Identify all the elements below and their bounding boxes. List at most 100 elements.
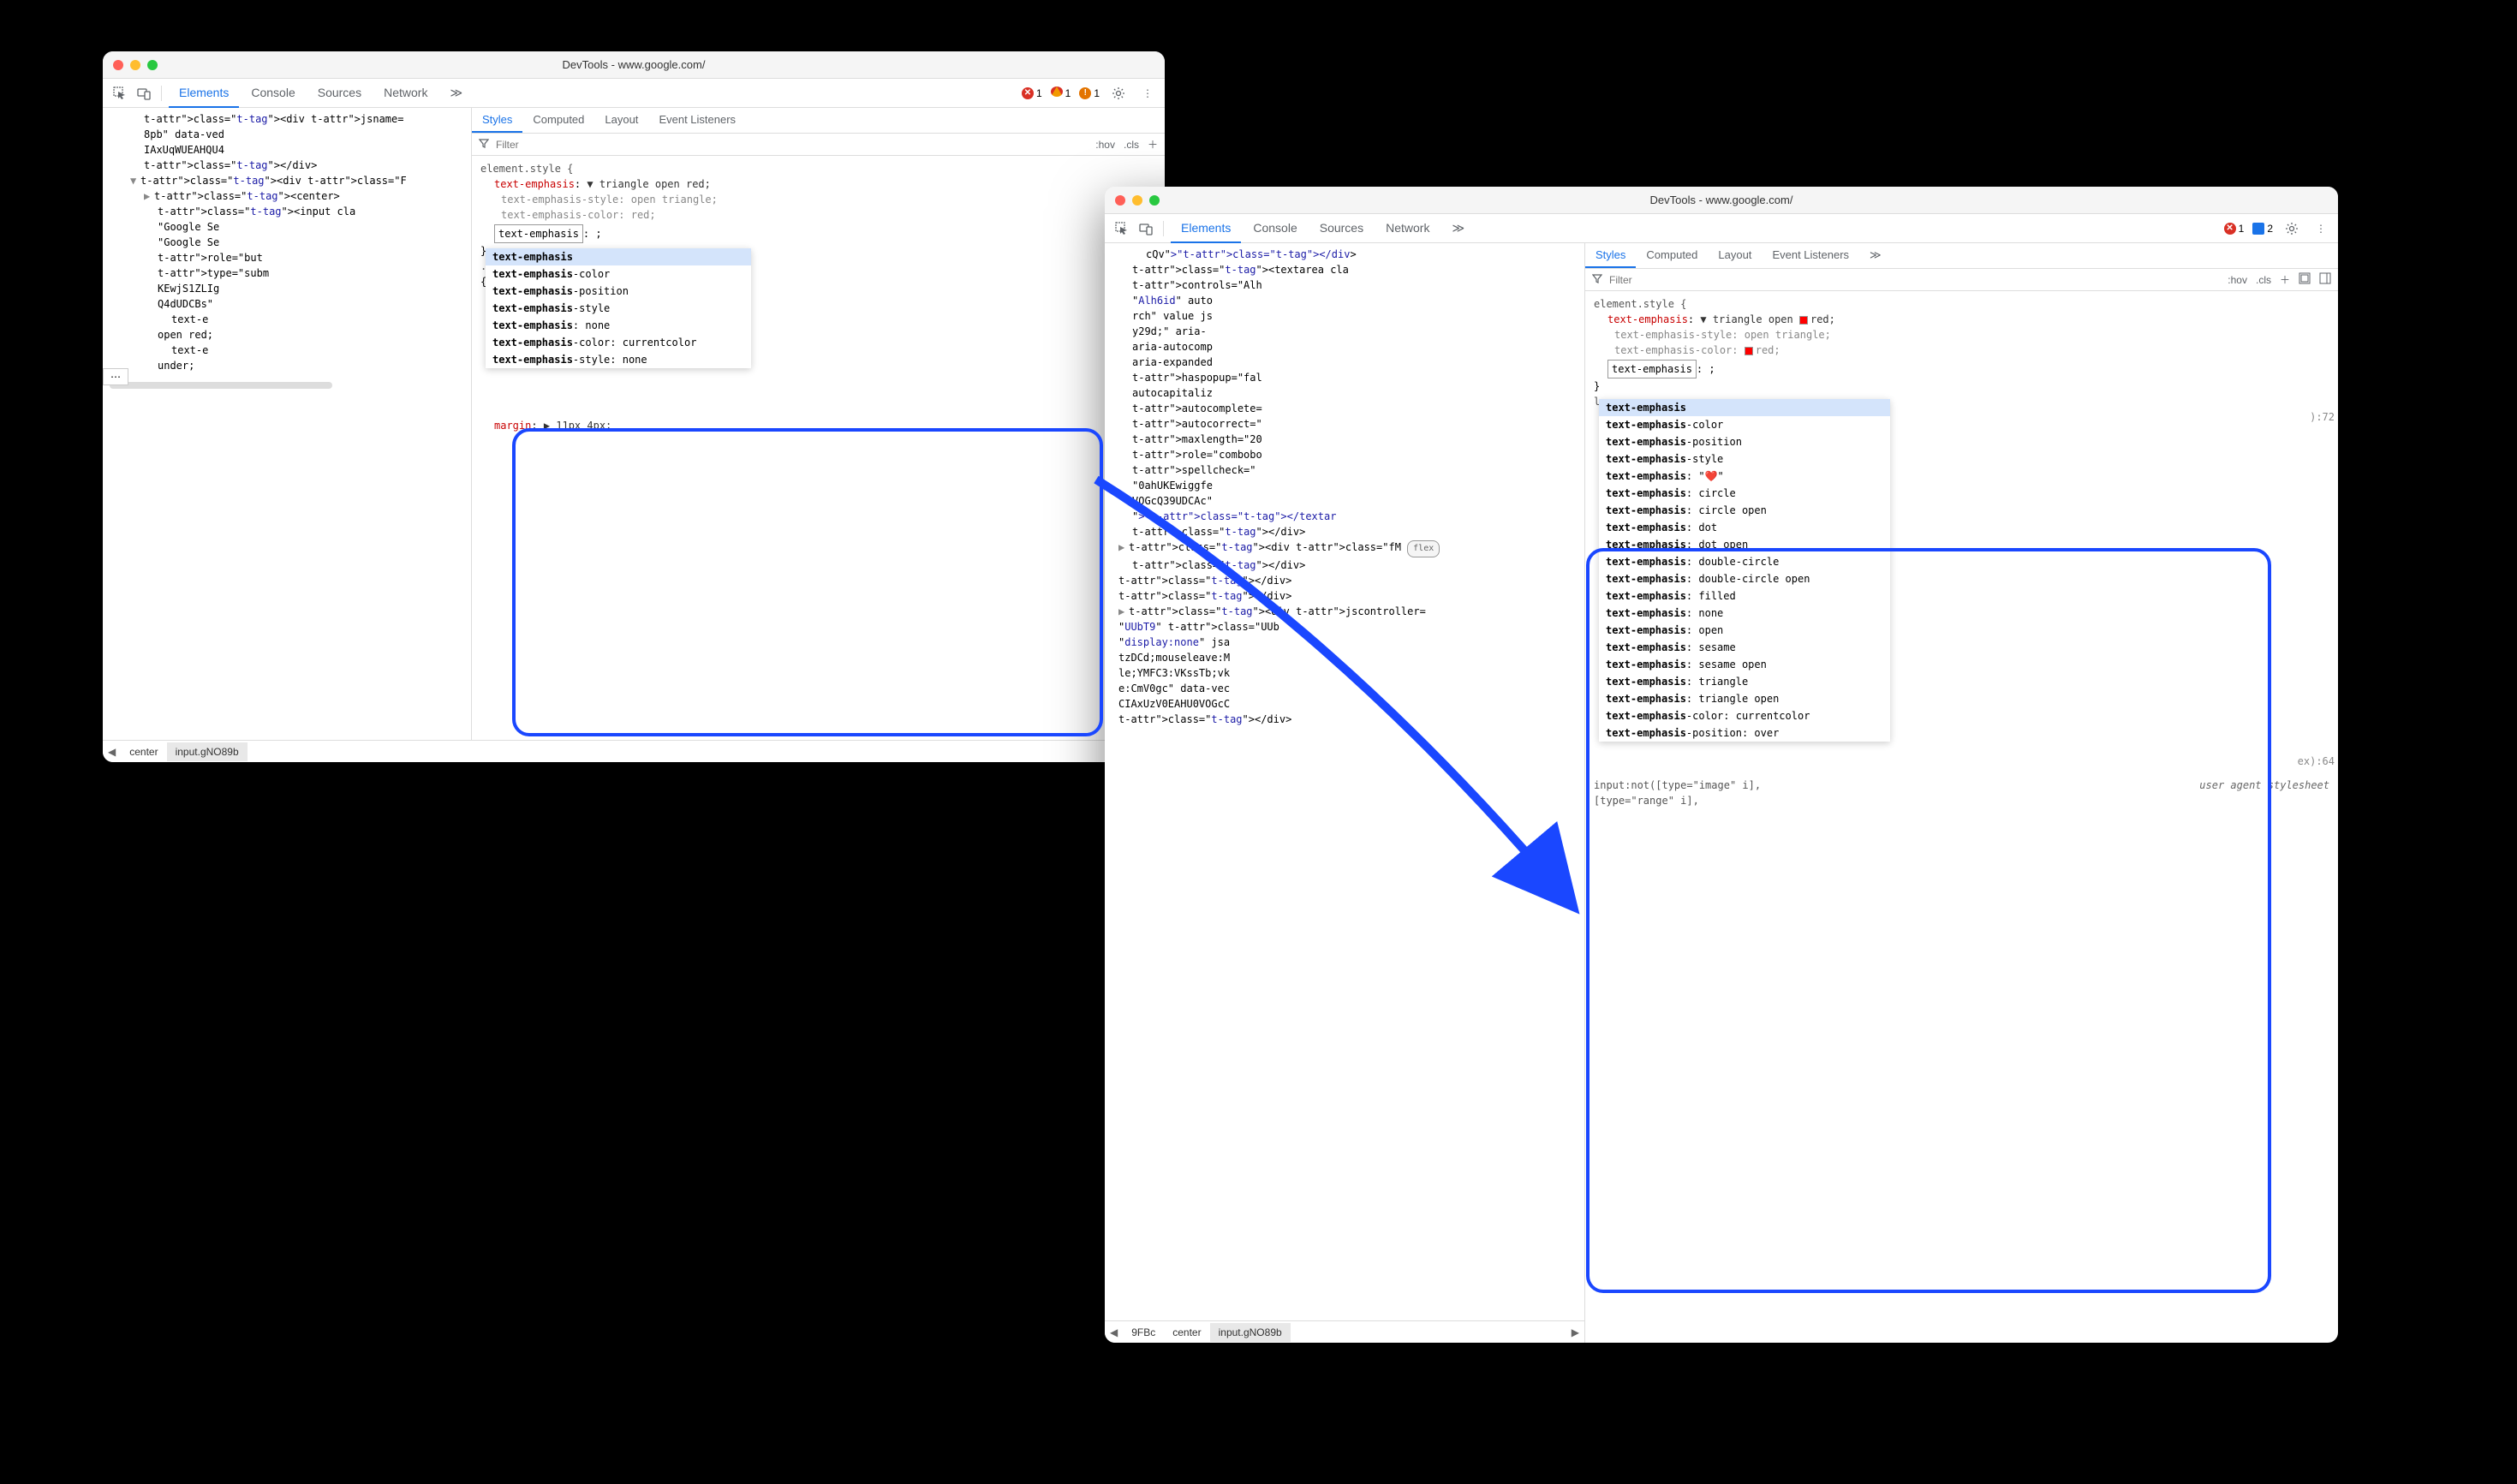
- warning-badge[interactable]: 1: [1051, 86, 1071, 99]
- autocomplete-item[interactable]: text-emphasis: [1599, 399, 1890, 416]
- dom-line[interactable]: "Alh6id" auto: [1112, 293, 1584, 308]
- dom-line[interactable]: "display:none" jsa: [1112, 635, 1584, 650]
- add-rule-icon[interactable]: ＋: [2280, 272, 2290, 287]
- inspect-icon[interactable]: [1112, 218, 1132, 239]
- dom-line[interactable]: e:CmV0gc" data-vec: [1112, 681, 1584, 696]
- tab-network[interactable]: Network: [373, 79, 438, 108]
- message-badge[interactable]: 2: [2252, 223, 2273, 235]
- autocomplete-item[interactable]: text-emphasis: dot open: [1599, 536, 1890, 553]
- crumb[interactable]: center: [121, 742, 166, 761]
- kebab-icon[interactable]: ⋮: [2311, 218, 2331, 239]
- subtab-more[interactable]: ≫: [1859, 243, 1892, 268]
- dom-line[interactable]: aria-expanded: [1112, 355, 1584, 370]
- info-badge[interactable]: ! 1: [1079, 87, 1100, 99]
- dom-line[interactable]: rch" value js: [1112, 308, 1584, 324]
- autocomplete-item[interactable]: text-emphasis: triangle: [1599, 673, 1890, 690]
- maximize-icon[interactable]: [147, 60, 158, 70]
- autocomplete-item[interactable]: text-emphasis-style: [1599, 450, 1890, 468]
- dom-line[interactable]: le;YMFC3:VKssTb;vk: [1112, 665, 1584, 681]
- dom-line[interactable]: VOGcQ39UDCAc": [1112, 493, 1584, 509]
- overflow-handle[interactable]: ⋯: [103, 368, 128, 385]
- cls-toggle[interactable]: .cls: [1124, 139, 1139, 151]
- autocomplete-item[interactable]: text-emphasis-color: currentcolor: [486, 334, 751, 351]
- dom-line[interactable]: t-attr">class="t-tag"></div>: [1112, 573, 1584, 588]
- breadcrumb-prev[interactable]: ◀: [1105, 1326, 1123, 1338]
- dom-line[interactable]: ▶t-attr">class="t-tag"><div t-attr">jsco…: [1112, 604, 1584, 619]
- dom-line[interactable]: under;: [110, 358, 471, 373]
- dom-line[interactable]: t-attr">class="t-tag"></div>: [1112, 524, 1584, 539]
- autocomplete-item[interactable]: text-emphasis-color: currentcolor: [1599, 707, 1890, 724]
- dom-line[interactable]: "0ahUKEwiggfe: [1112, 478, 1584, 493]
- crumb[interactable]: center: [1164, 1323, 1209, 1342]
- dom-line[interactable]: "UUbT9" t-attr">class="UUb: [1112, 619, 1584, 635]
- dom-line[interactable]: t-attr">autocomplete=: [1112, 401, 1584, 416]
- dom-line[interactable]: t-attr">spellcheck=": [1112, 462, 1584, 478]
- dom-line[interactable]: 8pb" data-ved: [110, 127, 471, 142]
- dom-line[interactable]: t-attr">haspopup="fal: [1112, 370, 1584, 385]
- tab-sources[interactable]: Sources: [307, 79, 372, 108]
- dom-line[interactable]: autocapitaliz: [1112, 385, 1584, 401]
- dom-line[interactable]: Q4dUDCBs": [110, 296, 471, 312]
- autocomplete-item[interactable]: text-emphasis: double-circle open: [1599, 570, 1890, 587]
- css-property-input[interactable]: text-emphasis: [494, 224, 583, 243]
- dom-line[interactable]: y29d;" aria-: [1112, 324, 1584, 339]
- autocomplete-item[interactable]: text-emphasis-position: [1599, 433, 1890, 450]
- dom-line[interactable]: t-attr">class="t-tag"></div>: [110, 158, 471, 173]
- hov-toggle[interactable]: :hov: [1095, 139, 1115, 151]
- cls-toggle[interactable]: .cls: [2256, 274, 2271, 286]
- dom-line[interactable]: t-attr">class="t-tag"></div>: [1112, 588, 1584, 604]
- dom-tree[interactable]: t-attr">class="t-tag"><div t-attr">jsnam…: [103, 108, 471, 762]
- gear-icon[interactable]: [2281, 218, 2302, 239]
- autocomplete-item[interactable]: text-emphasis: "❤️": [1599, 468, 1890, 485]
- close-icon[interactable]: [1115, 195, 1125, 206]
- autocomplete-item[interactable]: text-emphasis-position: over: [1599, 724, 1890, 742]
- breadcrumb[interactable]: ◀ center input.gNO89b ▶: [103, 740, 1165, 762]
- subtab-listeners[interactable]: Event Listeners: [1762, 243, 1859, 268]
- add-rule-icon[interactable]: ＋: [1148, 137, 1158, 152]
- panel-icon[interactable]: [2319, 272, 2331, 287]
- device-icon[interactable]: [1136, 218, 1156, 239]
- autocomplete-item[interactable]: text-emphasis: none: [486, 317, 751, 334]
- subtab-computed[interactable]: Computed: [522, 108, 594, 133]
- dom-line[interactable]: t-attr">role="combobo: [1112, 447, 1584, 462]
- filter-input[interactable]: [1609, 274, 2221, 286]
- tab-more[interactable]: ≫: [439, 79, 473, 108]
- autocomplete-item[interactable]: text-emphasis: double-circle: [1599, 553, 1890, 570]
- autocomplete-item[interactable]: text-emphasis-color: [1599, 416, 1890, 433]
- dom-line[interactable]: text-e: [110, 312, 471, 327]
- autocomplete-item[interactable]: text-emphasis: [486, 248, 751, 265]
- dom-line[interactable]: t-attr">class="t-tag"></div>: [1112, 712, 1584, 727]
- crumb[interactable]: input.gNO89b: [167, 742, 248, 761]
- autocomplete-item[interactable]: text-emphasis: dot: [1599, 519, 1890, 536]
- breadcrumb-next[interactable]: ▶: [1566, 1326, 1584, 1338]
- autocomplete-item[interactable]: text-emphasis: sesame: [1599, 639, 1890, 656]
- error-badge[interactable]: ✕1: [1022, 87, 1042, 99]
- dom-line[interactable]: CIAxUzV0EAHU0VOGcC: [1112, 696, 1584, 712]
- dom-line[interactable]: "Google Se: [110, 219, 471, 235]
- dom-line[interactable]: ▶t-attr">class="t-tag"><div t-attr">clas…: [1112, 539, 1584, 557]
- inspect-icon[interactable]: [110, 83, 130, 104]
- subtab-computed[interactable]: Computed: [1636, 243, 1708, 268]
- tab-more[interactable]: ≫: [1441, 214, 1475, 243]
- autocomplete-item[interactable]: text-emphasis-position: [486, 283, 751, 300]
- dom-line[interactable]: cQv">"t-attr">class="t-tag"></div>: [1112, 247, 1584, 262]
- hov-toggle[interactable]: :hov: [2228, 274, 2247, 286]
- css-property-input[interactable]: text-emphasis: [1607, 360, 1697, 378]
- autocomplete-item[interactable]: text-emphasis-style: none: [486, 351, 751, 368]
- tab-elements[interactable]: Elements: [169, 79, 239, 108]
- autocomplete-item[interactable]: text-emphasis: open: [1599, 622, 1890, 639]
- dom-line[interactable]: tzDCd;mouseleave:M: [1112, 650, 1584, 665]
- dom-line[interactable]: IAxUqWUEAHQU4: [110, 142, 471, 158]
- autocomplete-item[interactable]: text-emphasis-style: [486, 300, 751, 317]
- dom-line[interactable]: t-attr">class="t-tag"></div>: [1112, 557, 1584, 573]
- maximize-icon[interactable]: [1149, 195, 1160, 206]
- dom-tree[interactable]: cQv">"t-attr">class="t-tag"></div> t-attr…: [1105, 243, 1584, 1343]
- autocomplete-item[interactable]: text-emphasis: filled: [1599, 587, 1890, 605]
- breadcrumb-prev[interactable]: ◀: [103, 746, 121, 758]
- subtab-layout[interactable]: Layout: [1708, 243, 1762, 268]
- autocomplete-popup[interactable]: text-emphasistext-emphasis-colortext-emp…: [1599, 399, 1890, 742]
- subtab-styles[interactable]: Styles: [1585, 243, 1636, 268]
- styles-content[interactable]: element.style { text-emphasis: ▼ triangl…: [472, 156, 1165, 762]
- dom-line[interactable]: t-attr">class="t-tag"><input cla: [110, 204, 471, 219]
- dom-line[interactable]: text-e: [110, 343, 471, 358]
